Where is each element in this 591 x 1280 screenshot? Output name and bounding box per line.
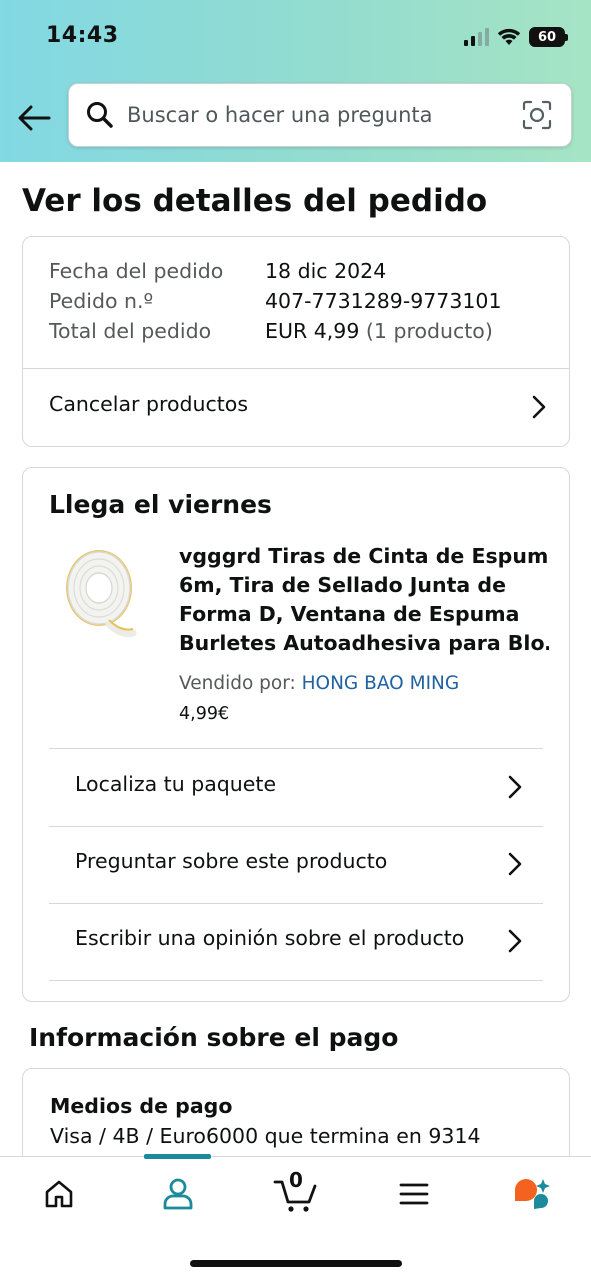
- home-icon: [45, 1180, 73, 1208]
- order-total-amount: EUR 4,99: [265, 319, 360, 343]
- payment-methods-title: Medios de pago: [50, 1094, 233, 1118]
- active-tab-indicator: [144, 1154, 211, 1159]
- menu-icon: [399, 1183, 429, 1205]
- product-image[interactable]: [61, 540, 143, 648]
- home-indicator: [190, 1260, 402, 1267]
- seller-prefix: Vendido por:: [179, 673, 296, 694]
- payment-method-value: Visa / 4B / Euro6000 que termina en 9314: [50, 1124, 481, 1148]
- tab-rufus-assistant[interactable]: [502, 1169, 562, 1219]
- cancel-products-label: Cancelar productos: [49, 392, 249, 416]
- order-total-label: Total del pedido: [49, 319, 212, 343]
- write-review-label: Escribir una opinión sobre el producto: [75, 926, 465, 950]
- rufus-assistant-icon: [515, 1179, 550, 1209]
- app-header: 14:43 60 Buscar o hacer una pregunta: [0, 0, 591, 162]
- order-total-items: (1 producto): [365, 319, 493, 343]
- cart-count: 0: [289, 1168, 303, 1192]
- product-title-line: 6m, Tira de Sellado Junta de: [179, 573, 506, 597]
- battery-level: 60: [537, 29, 557, 45]
- foam-tape-roll-image: [66, 550, 137, 638]
- track-package-row[interactable]: Localiza tu paquete: [49, 749, 543, 826]
- order-number-label: Pedido n.º: [49, 289, 154, 313]
- ask-product-row[interactable]: Preguntar sobre este producto: [49, 827, 543, 904]
- seller-link[interactable]: HONG BAO MING: [302, 673, 460, 694]
- product-title-line: vgggrd Tiras de Cinta de Espuma: [179, 544, 549, 568]
- chevron-right-icon: [508, 775, 522, 799]
- product-price: 4,99€: [179, 704, 230, 724]
- camera-icon[interactable]: [521, 99, 553, 131]
- search-bar[interactable]: Buscar o hacer una pregunta: [68, 83, 572, 147]
- search-icon: [85, 100, 115, 130]
- order-summary-card: Fecha del pedido 18 dic 2024 Pedido n.º …: [22, 236, 570, 447]
- write-review-row[interactable]: Escribir una opinión sobre el producto: [49, 904, 543, 981]
- tab-menu[interactable]: [384, 1169, 444, 1219]
- order-number-value: 407-7731289-9773101: [265, 289, 502, 313]
- seller-info: Vendido por: HONG BAO MING: [179, 673, 459, 694]
- chevron-right-icon: [508, 852, 522, 876]
- order-date-value: 18 dic 2024: [265, 259, 387, 283]
- order-total-value: EUR 4,99 (1 producto): [265, 319, 493, 343]
- order-date-label: Fecha del pedido: [49, 259, 224, 283]
- chevron-right-icon: [532, 395, 546, 419]
- ask-product-label: Preguntar sobre este producto: [75, 849, 388, 873]
- tab-home[interactable]: [29, 1169, 89, 1219]
- payment-heading: Información sobre el pago: [29, 1023, 399, 1052]
- wifi-icon: [497, 28, 521, 46]
- battery-icon: 60: [529, 27, 568, 47]
- divider: [49, 980, 543, 981]
- delivery-heading: Llega el viernes: [49, 490, 272, 519]
- tab-account[interactable]: [148, 1169, 208, 1219]
- cancel-products-row[interactable]: Cancelar productos: [23, 369, 569, 445]
- product-title-line: Burletes Autoadhesiva para Blo…: [179, 631, 549, 655]
- signal-icon: [464, 28, 489, 46]
- search-input[interactable]: Buscar o hacer una pregunta: [127, 103, 521, 127]
- back-arrow-icon: [18, 105, 51, 131]
- status-icons: 60: [464, 24, 568, 50]
- chevron-right-icon: [508, 929, 522, 953]
- account-icon: [163, 1178, 193, 1210]
- product-title[interactable]: vgggrd Tiras de Cinta de Espuma 6m, Tira…: [179, 542, 549, 658]
- product-title-line: Forma D, Ventana de Espuma: [179, 602, 520, 626]
- shipment-card: Llega el viernes vgggrd Tiras de Cinta d…: [22, 467, 570, 1002]
- status-time: 14:43: [46, 23, 119, 48]
- page-title: Ver los detalles del pedido: [22, 183, 488, 219]
- back-button[interactable]: [14, 98, 54, 138]
- tab-cart[interactable]: 0: [266, 1168, 326, 1219]
- track-package-label: Localiza tu paquete: [75, 772, 277, 796]
